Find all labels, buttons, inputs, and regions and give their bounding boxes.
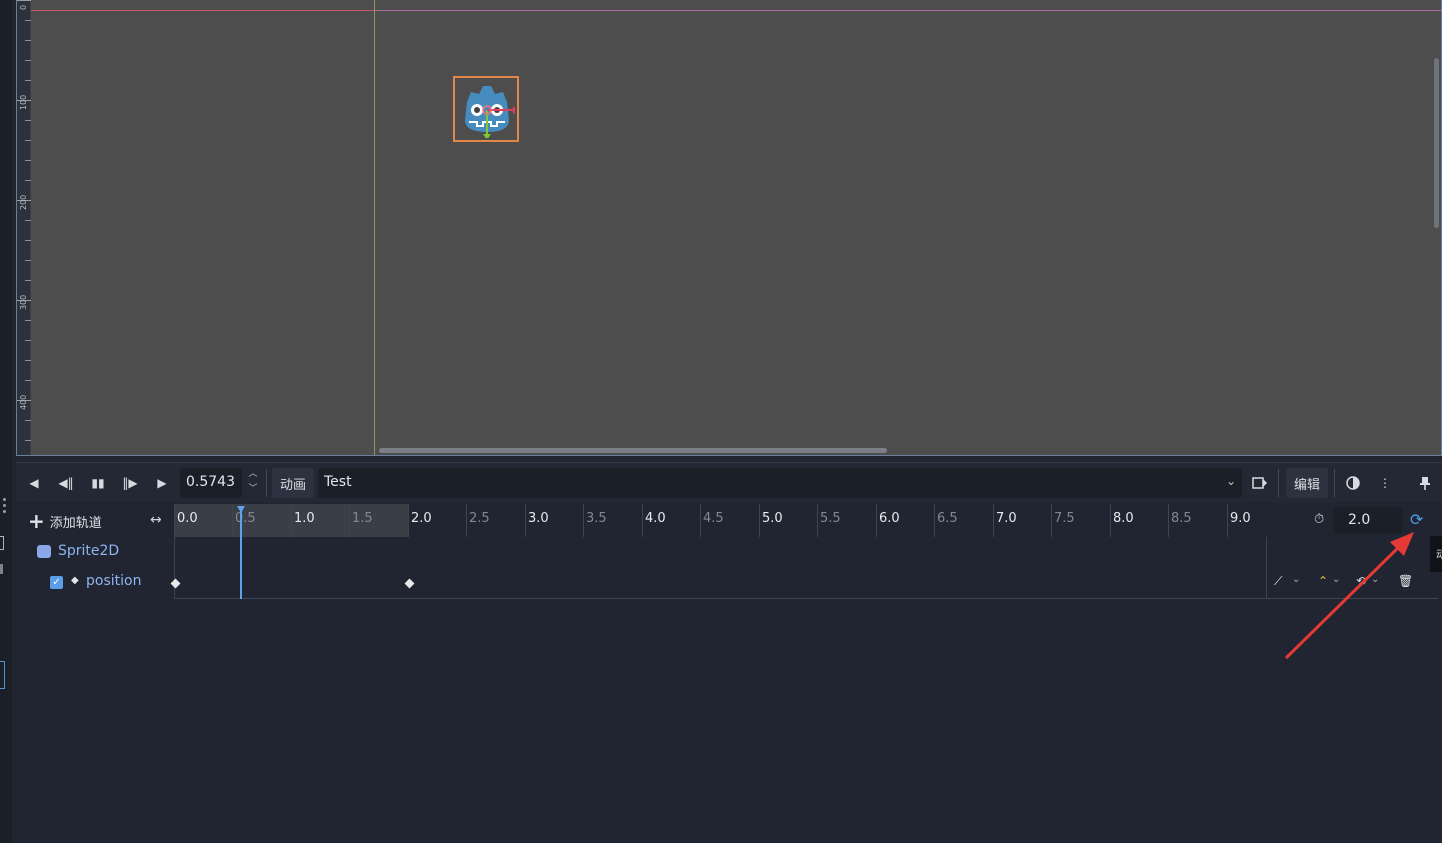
- playhead[interactable]: [240, 508, 242, 599]
- sprite2d-selection[interactable]: [453, 76, 519, 142]
- sprite2d-node-icon: [37, 545, 51, 558]
- canvas-viewport[interactable]: 0 100 200 300 400: [16, 0, 1442, 456]
- timeline-label: 5.5: [820, 511, 841, 526]
- horizontal-scrollbar[interactable]: [379, 448, 887, 453]
- animation-menu-button[interactable]: 动画: [272, 468, 314, 498]
- track-enabled-checkbox[interactable]: ✓: [50, 576, 63, 589]
- pause-icon[interactable]: ▮▮: [86, 471, 110, 495]
- toolbar-separator: [1278, 469, 1279, 497]
- annotation-arrow-icon: [1284, 532, 1414, 660]
- pin-icon[interactable]: [1413, 471, 1437, 495]
- timeline-label: 3.0: [528, 511, 549, 526]
- ruler-major-tick: [17, 0, 31, 1]
- timeline-label: 9.0: [1230, 511, 1251, 526]
- y-axis-guide: [374, 0, 375, 455]
- current-time-field[interactable]: 0.5743: [180, 468, 242, 498]
- screen-bound-guide: [375, 10, 1441, 11]
- left-dock-strip: [0, 0, 12, 843]
- timeline-label: 5.0: [762, 511, 783, 526]
- timeline-label: 8.5: [1171, 511, 1192, 526]
- dock-tab-selected[interactable]: [0, 661, 5, 689]
- stopwatch-icon: ⏱: [1314, 512, 1325, 527]
- animation-toolbar: ◀ ◀‖ ▮▮ ‖▶ ▶ 0.5743 ︿ ﹀ 动画 Test ⌄ 编辑 ⋮: [16, 462, 1442, 502]
- animation-select-value: Test: [324, 474, 352, 490]
- time-spinner[interactable]: ︿ ﹀: [246, 467, 260, 499]
- ruler-label: 0: [19, 4, 28, 10]
- timeline-label: 2.5: [469, 511, 490, 526]
- timeline-label: 4.5: [703, 511, 724, 526]
- play-backwards-from-end-icon[interactable]: ◀: [22, 471, 46, 495]
- spin-down-icon[interactable]: ﹀: [246, 482, 260, 497]
- play-backwards-icon[interactable]: ◀‖: [54, 471, 78, 495]
- autoplay-on-load-icon[interactable]: [1248, 471, 1272, 495]
- fit-timeline-icon[interactable]: ↔: [150, 512, 162, 528]
- timeline-label: 6.0: [879, 511, 900, 526]
- play-icon[interactable]: ‖▶: [118, 471, 142, 495]
- timeline-ruler[interactable]: 0.0 0.5 1.0 1.5 2.0 2.5 3.0 3.5 4.0 4.5 …: [174, 504, 1286, 537]
- ruler-label: 400: [19, 394, 28, 410]
- vertical-ruler: 0 100 200 300 400: [17, 0, 31, 455]
- track-list: Sprite2D ✓ ◆ position ⟋ ⌄ ⌃ ⌄ ⟲ ⌄ 🗑: [24, 537, 1442, 599]
- more-options-icon[interactable]: ⋮: [1373, 471, 1397, 495]
- spin-up-icon[interactable]: ︿: [246, 467, 260, 482]
- dock-tab-icon[interactable]: [0, 536, 4, 550]
- add-track-label: 添加轨道: [49, 515, 102, 531]
- timeline-label: 2.0: [411, 511, 432, 526]
- timeline-label: 7.0: [996, 511, 1017, 526]
- timeline-label: 0.0: [177, 511, 198, 526]
- add-track-button[interactable]: + 添加轨道: [28, 509, 102, 533]
- timeline-label: 1.5: [352, 511, 373, 526]
- play-from-start-icon[interactable]: ▶: [150, 471, 174, 495]
- property-name: position: [86, 573, 142, 589]
- loop-icon[interactable]: ⟳: [1410, 510, 1423, 529]
- timeline-label: 4.0: [645, 511, 666, 526]
- timeline-label: 7.5: [1054, 511, 1075, 526]
- timeline-label: 8.0: [1113, 511, 1134, 526]
- timeline-label: 0.5: [235, 511, 256, 526]
- dock-tab-icon[interactable]: [0, 564, 3, 574]
- edit-menu-button[interactable]: 编辑: [1286, 468, 1328, 498]
- drag-handle-icon[interactable]: [3, 498, 7, 514]
- toolbar-separator: [1334, 469, 1335, 497]
- property-track-icon: ◆: [71, 575, 79, 586]
- timeline-label: 6.5: [937, 511, 958, 526]
- timeline-label: 3.5: [586, 511, 607, 526]
- vertical-scrollbar[interactable]: [1434, 58, 1439, 228]
- timeline-label: 1.0: [294, 511, 315, 526]
- ruler-label: 300: [19, 294, 28, 310]
- plus-icon: +: [28, 509, 45, 533]
- godot-animation-editor: 0 100 200 300 400 ◀ ◀‖ ▮▮ ‖▶ ▶ 0.5743 ︿ …: [0, 0, 1442, 843]
- ruler-label: 200: [19, 194, 28, 210]
- node-name: Sprite2D: [58, 543, 120, 559]
- ruler-label: 100: [19, 94, 28, 110]
- godot-logo-icon: [465, 86, 515, 138]
- chevron-down-icon: ⌄: [1225, 474, 1236, 488]
- animation-select[interactable]: Test ⌄: [318, 468, 1242, 498]
- onion-skinning-icon[interactable]: [1341, 471, 1365, 495]
- toolbar-separator: [266, 469, 267, 497]
- property-track-row[interactable]: ✓ ◆ position: [24, 567, 1442, 599]
- node-group-row[interactable]: Sprite2D: [24, 537, 1442, 565]
